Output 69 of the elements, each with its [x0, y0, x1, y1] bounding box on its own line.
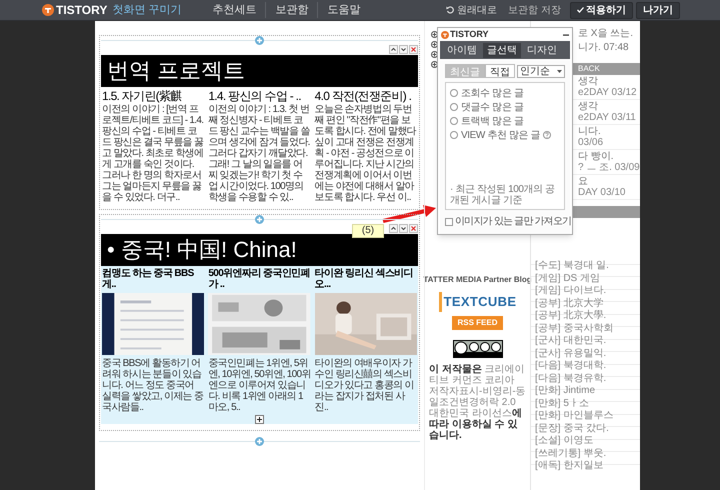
rss-feed-badge[interactable]: RSS FEED [452, 316, 502, 330]
logo-text: TISTORY [56, 2, 108, 19]
option-label: 트랙백 많은 글 [461, 114, 524, 128]
panel-tab[interactable]: 아이템 [443, 42, 481, 58]
post-excerpt: 중국인민폐는 1위엔, 5위엔, 10위엔, 50위엔, 100위엔으로 이루어져 있습니다. 비록 1위엔 아래의 1마오, 5.. [208, 358, 311, 413]
post-excerpt: 오늘은 손자병법의 두번째 편인 "작전作"편을 보도록 합시다. 전에 말했다 싶이 고대 전쟁은 전쟁계획 - 야전 - 공성전으로 이루어집니다. 지난 시간의 전쟁계획에 이어서 이번에는 야전에 대해서 알아보도록 합시다. 우선 이.. [314, 104, 417, 203]
undo-link[interactable]: 원래대로 [457, 2, 498, 18]
trackback-title[interactable]: 다 빵이. [578, 151, 614, 162]
category-link[interactable]: [공부] 北京大學. [531, 310, 606, 321]
menu-item[interactable]: 보관함 [265, 2, 318, 18]
sort-dropdown[interactable]: 인기순 [517, 64, 565, 78]
recent-post-link[interactable]: 니가. 07:48 [578, 41, 629, 55]
post-excerpt: 이전의 이야기 : [번역 프로젝트/티베트 코드] - 1.4. 팡신의 수업 - 티베트 코드 팡신은 결국 무릎을 꿇고 말았다. 최초로 학생에게 고개를 숙인 것이다. 그러나 한 명의 학자로서 그는 얼마든지 무릎을 꿇을 수 있었다. 더구.. [102, 104, 204, 203]
category-link[interactable]: [게임] 다이브다. [531, 285, 606, 296]
exit-button[interactable]: 나가기 [636, 2, 680, 18]
textcube-logo[interactable]: TEXTCUBE [438, 292, 516, 312]
category-link[interactable]: [만화] 5ㅏ소 [531, 398, 589, 408]
category-link[interactable]: [수도] 북경대 일. [531, 260, 609, 271]
option-label: 조회수 많은 글 [461, 86, 524, 100]
category-link[interactable]: [게임] DS 게임 [531, 272, 600, 284]
category-link[interactable]: [공부] 北京大学 [531, 298, 604, 308]
category-link[interactable]: [공부] 중국사학회 [531, 322, 614, 334]
category-link[interactable]: [만화] 마인블루스 [531, 410, 614, 421]
trackback-meta: DAY 03/10 [578, 187, 626, 198]
option-label: VIEW 추천 많은 글 [461, 128, 540, 142]
post-title[interactable]: 4.0 작전(전쟁준비) . [314, 89, 417, 104]
license-text: 이 저작물은 크리에이티브 커먼즈 코리아 저작자표시-비영리-동일조건변경허락 2.0 대한민국 라이선스에 따라 이용하실 수 있습니다. [429, 364, 526, 440]
panel-logo: TISTORY [450, 28, 489, 41]
post-title[interactable]: 1.4. 팡신의 수업 - .. [208, 89, 311, 104]
trackback-title[interactable]: 니다. [578, 126, 601, 137]
trackback-title[interactable]: 생각 [578, 101, 598, 112]
menu-item[interactable]: 추천세트 [203, 2, 266, 18]
save-link[interactable]: 보관함 저장 [508, 2, 561, 18]
category-link[interactable]: [다음] 북경유학. [531, 372, 606, 384]
category-link[interactable]: [문장] 중국 갔다. [531, 422, 609, 434]
panel-tab[interactable]: 디자인 [523, 42, 561, 58]
checkbox-label: 이미지가 있는 글만 가져오기 [455, 215, 572, 229]
mode-tab[interactable]: 직접 [485, 64, 515, 78]
tooltip: (5) [352, 224, 384, 238]
section-header: BACK [578, 63, 600, 75]
trackback-title[interactable]: 생각 [578, 76, 598, 87]
module-title: • 중국! 中国! China! [107, 239, 297, 261]
module-title: 번역 프로젝트 [107, 60, 246, 82]
post-excerpt: 이전의 이야기 : 1.3. 첫 번째 정신병자 - 티베트 코드 팡신 교수는 백발을 쓸으며 생각에 잠겨 들었다. 그러다 갑자기 깨달았다. 그래! 그 날의 일을를 어찌 잊겠는가! 학기 첫 수업 시간이었다. 100명의 학생을 수용할 수 있.. [208, 104, 311, 203]
category-link[interactable]: [만화] Jintime [531, 385, 596, 396]
category-link[interactable]: [쓰레기통] 뿌웃. [531, 448, 606, 458]
post-title[interactable]: 타이완 링리신 섹스비디오... [314, 268, 417, 290]
trackback-meta: 03/06 [578, 137, 604, 148]
post-excerpt: 타이완의 여배우이자 가수인 링리신囍의 섹스비디오가 있다고 홍콩의 이라는 잡지가 접처된 사진.. [314, 358, 415, 413]
category-link[interactable]: [군사] 대한민국. [531, 335, 606, 346]
post-title[interactable]: 1.5. 자기린(紫麒 [102, 89, 204, 104]
trackback-meta: ? ㅡ 조. 03/09 [578, 162, 640, 173]
option-label: 댓글수 많은 글 [461, 100, 524, 114]
trackback-meta: e2DAY 03/12 [578, 87, 637, 98]
category-link[interactable]: [군사] 유용밀익. [531, 348, 606, 358]
criteria-note: · 최근 작성된 100개의 공개된 게시글 기준 [450, 184, 556, 206]
post-excerpt: 중국 BBS에 활동하기 어려워 하시는 분들이 있습니다. 어느 정도 중국어 실력을 쌓았고, 이제는 중국사람들.. [102, 358, 204, 413]
category-link[interactable]: [다음] 북경대학. [531, 360, 606, 371]
post-title[interactable]: 500위엔짜리 중국인민폐가 .. [208, 268, 311, 290]
category-link[interactable]: [소설] 이영도 [531, 435, 594, 446]
menu-item[interactable]: 도움말 [317, 2, 370, 18]
apply-button[interactable]: 적용하기 [570, 2, 633, 18]
trackback-title[interactable]: 요 [578, 176, 588, 187]
post-title[interactable]: 컴맹도 하는 중국 BBS 게.. [102, 268, 204, 290]
trackback-meta: e2DAY 03/11 [578, 112, 636, 123]
page-title: 첫화면 꾸미기 [112, 2, 182, 18]
panel-tab[interactable]: 글선택 [483, 42, 521, 58]
category-link[interactable]: [애독] 한지일보 [531, 460, 604, 471]
recent-post-link[interactable]: 로 X을 쓰는. [578, 27, 634, 41]
